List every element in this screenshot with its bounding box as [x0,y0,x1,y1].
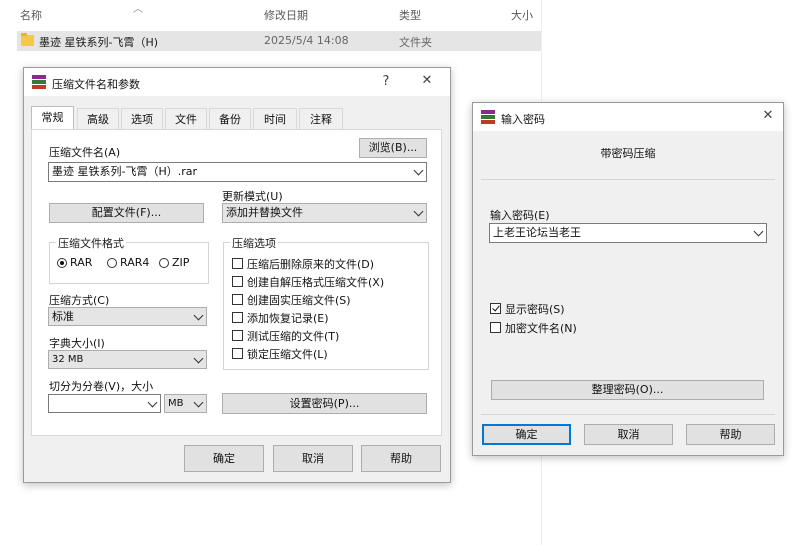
tab-advanced[interactable]: 高级 [77,108,119,129]
cancel-button[interactable]: 取消 [273,445,353,472]
tab-backup[interactable]: 备份 [209,108,251,129]
organize-passwords-button[interactable]: 整理密码(O)... [491,380,764,400]
column-header-size[interactable]: 大小 [511,7,533,23]
set-password-button[interactable]: 设置密码(P)... [222,393,427,414]
winrar-icon [32,75,46,89]
folder-icon [21,33,34,46]
close-icon[interactable]: ✕ [417,73,437,88]
test-files-checkbox[interactable] [232,330,243,341]
split-unit-value: MB [168,398,184,409]
show-password-label: 显示密码(S) [505,303,565,316]
encrypt-names-label: 加密文件名(N) [505,322,577,335]
tab-comment[interactable]: 注释 [299,108,343,129]
format-rar-label: RAR [70,256,93,269]
test-files-label: 测试压缩的文件(T) [247,330,340,343]
show-password-checkbox[interactable] [490,303,501,314]
update-mode-label: 更新模式(U) [222,190,283,203]
help-icon[interactable]: ? [376,74,396,89]
ok-button[interactable]: 确定 [482,424,571,445]
solid-checkbox[interactable] [232,294,243,305]
format-zip-label: ZIP [172,256,190,269]
password-value: 上老王论坛当老王 [493,226,581,239]
file-type: 文件夹 [399,36,432,49]
browse-button[interactable]: 浏览(B)... [359,138,427,158]
chevron-down-icon [753,226,764,237]
chevron-down-icon [193,310,204,320]
archive-name-label: 压缩文件名(A) [49,146,121,159]
update-mode-value: 添加并替换文件 [226,206,303,219]
close-icon[interactable]: ✕ [758,108,778,123]
general-tab-panel: 压缩文件名(A) 浏览(B)... 墨迹 星铁系列-飞霄（H）.rar 更新模式… [31,129,442,436]
divider [481,179,775,180]
column-header-name[interactable]: 名称 [20,7,42,23]
ok-button[interactable]: 确定 [184,445,264,472]
dictionary-select[interactable]: 32 MB [48,350,207,369]
update-mode-select[interactable]: 添加并替换文件 [222,203,427,223]
help-button[interactable]: 帮助 [686,424,775,445]
winrar-icon [481,110,495,124]
archive-name-value: 墨迹 星铁系列-飞霄（H）.rar [52,165,198,178]
recovery-record-checkbox[interactable] [232,312,243,323]
password-dialog: 输入密码 ✕ 带密码压缩 输入密码(E) 上老王论坛当老王 显示密码(S) 加密… [472,102,784,456]
lock-archive-label: 锁定压缩文件(L) [247,348,328,361]
sfx-checkbox[interactable] [232,276,243,287]
format-rar-radio[interactable] [57,258,67,268]
chevron-down-icon [413,165,424,176]
archive-dialog-tabs: 常规 高级 选项 文件 备份 时间 注释 [31,106,351,130]
archive-dialog-title: 压缩文件名和参数 [52,78,140,91]
format-zip-radio[interactable] [159,258,169,268]
method-select[interactable]: 标准 [48,307,207,326]
file-modified: 2025/5/4 14:08 [264,34,349,47]
recovery-record-label: 添加恢复记录(E) [247,312,329,325]
tab-general[interactable]: 常规 [31,106,74,129]
dictionary-label: 字典大小(I) [49,337,105,350]
cancel-button[interactable]: 取消 [584,424,673,445]
chevron-down-icon [193,397,204,407]
column-header-modified[interactable]: 修改日期 [264,7,308,23]
tab-files[interactable]: 文件 [165,108,207,129]
file-row[interactable]: 墨迹 星铁系列-飞霄（H) 2025/5/4 14:08 文件夹 [17,31,541,51]
sfx-label: 创建自解压格式压缩文件(X) [247,276,385,289]
chevron-down-icon [413,206,424,217]
chevron-down-icon [193,353,204,363]
divider [481,414,775,415]
solid-label: 创建固实压缩文件(S) [247,294,351,307]
lock-archive-checkbox[interactable] [232,348,243,359]
password-heading: 带密码压缩 [600,147,656,160]
delete-after-checkbox[interactable] [232,258,243,269]
tab-time[interactable]: 时间 [253,108,297,129]
format-group-title: 压缩文件格式 [56,235,126,251]
password-input[interactable]: 上老王论坛当老王 [489,223,767,243]
help-button[interactable]: 帮助 [361,445,441,472]
dictionary-value: 32 MB [52,354,84,365]
encrypt-names-checkbox[interactable] [490,322,501,333]
split-volumes-label: 切分为分卷(V)，大小 [49,380,154,393]
format-group: 压缩文件格式 RAR RAR4 ZIP [49,235,209,284]
tab-options[interactable]: 选项 [121,108,163,129]
sort-ascending-icon: ︿ [133,4,143,15]
archive-dialog-titlebar[interactable]: 压缩文件名和参数 ? ✕ [24,68,450,96]
delete-after-label: 压缩后删除原来的文件(D) [247,258,375,271]
split-unit-select[interactable]: MB [164,394,207,413]
file-name: 墨迹 星铁系列-飞霄（H) [39,36,159,49]
split-volume-input[interactable] [48,394,161,413]
chevron-down-icon [147,397,158,407]
password-dialog-title: 输入密码 [501,113,545,126]
profiles-button[interactable]: 配置文件(F)... [49,203,204,223]
method-value: 标准 [52,310,74,323]
password-label: 输入密码(E) [490,209,550,222]
method-label: 压缩方式(C) [49,294,110,307]
archive-name-combo[interactable]: 墨迹 星铁系列-飞霄（H）.rar [48,162,427,182]
column-header-type[interactable]: 类型 [399,7,421,23]
archive-dialog: 压缩文件名和参数 ? ✕ 常规 高级 选项 文件 备份 时间 注释 压缩文件名(… [23,67,451,483]
options-group-title: 压缩选项 [230,235,278,251]
format-rar4-radio[interactable] [107,258,117,268]
password-dialog-titlebar[interactable]: 输入密码 ✕ [473,103,783,131]
options-group: 压缩选项 压缩后删除原来的文件(D) 创建自解压格式压缩文件(X) 创建固实压缩… [223,235,429,370]
format-rar4-label: RAR4 [120,256,150,269]
